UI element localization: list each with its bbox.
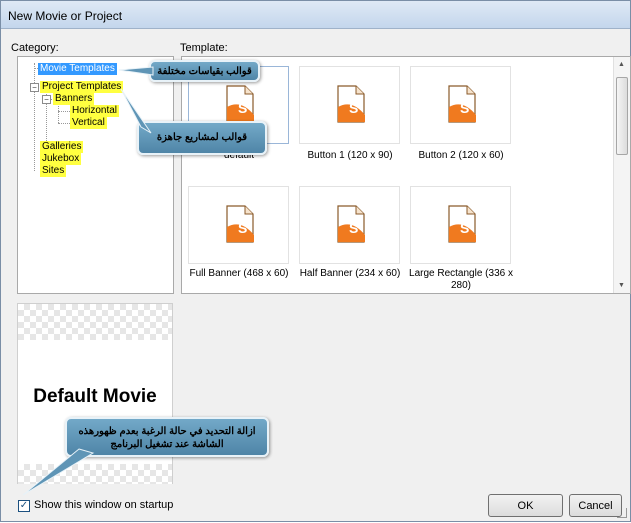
preview-checker-bottom <box>18 464 172 484</box>
template-label-button1: Button 1 (120 x 90) <box>307 150 393 161</box>
template-tile-half-banner[interactable]: S <box>299 186 400 264</box>
template-tile-full-banner[interactable]: S <box>188 186 289 264</box>
tree-item-label: Movie Templates <box>40 63 115 74</box>
template-tile-button1[interactable]: S <box>299 66 400 144</box>
tree-item-vertical[interactable]: Vertical <box>70 117 107 129</box>
collapse-toggle-icon[interactable]: − <box>30 83 39 92</box>
svg-text:S: S <box>349 100 358 116</box>
callout-text: قوالب بقياسات مختلفة <box>157 66 252 77</box>
tree-item-label: Jukebox <box>42 153 80 164</box>
template-label-large-rectangle: Large Rectangle (336 x 280) <box>409 268 513 291</box>
callout-startup: ازالة التحديد في حالة الرغبة بعدم ظهورهذ… <box>65 417 269 457</box>
svg-text:S: S <box>238 100 247 116</box>
callout-project-templates: قوالب لمشاريع جاهزة <box>137 121 267 155</box>
document-swf-icon: S <box>448 205 476 243</box>
callout-text: ازالة التحديد في حالة الرغبة بعدم ظهورهذ… <box>78 426 256 450</box>
ok-button[interactable]: OK <box>488 494 563 517</box>
tree-item-movie-templates[interactable]: Movie Templates <box>38 63 117 75</box>
scroll-down-arrow-icon[interactable]: ▼ <box>618 282 625 289</box>
template-scrollbar[interactable]: ▲ ▼ <box>613 57 630 293</box>
tree-item-banners[interactable]: Banners <box>53 93 95 105</box>
document-swf-icon: S <box>448 85 476 123</box>
template-tile-button2[interactable]: S <box>410 66 511 144</box>
callout-text: قوالب لمشاريع جاهزة <box>156 132 248 143</box>
svg-text:S: S <box>460 100 469 116</box>
template-label-button2: Button 2 (120 x 60) <box>418 150 504 161</box>
tree-item-jukebox[interactable]: Jukebox <box>40 153 82 165</box>
category-tree[interactable]: Movie Templates − Project Templates − Ba… <box>17 56 174 294</box>
tree-item-label: Vertical <box>72 117 105 128</box>
tree-item-sites[interactable]: Sites <box>40 165 67 177</box>
svg-text:S: S <box>460 220 469 236</box>
category-label: Category: <box>11 42 59 54</box>
collapse-toggle-icon[interactable]: − <box>42 95 51 104</box>
preview-title: Default Movie <box>33 386 157 407</box>
document-swf-icon: S <box>226 205 254 243</box>
template-tile-large-rectangle[interactable]: S <box>410 186 511 264</box>
tree-item-galleries[interactable]: Galleries <box>40 141 84 153</box>
document-swf-icon: S <box>226 85 254 123</box>
template-grid[interactable]: S S S default Button 1 (120 x 90) Button… <box>181 56 631 294</box>
resize-grip-icon[interactable] <box>617 508 627 518</box>
title-bar[interactable]: New Movie or Project <box>1 1 630 29</box>
template-label-full-banner: Full Banner (468 x 60) <box>189 268 289 279</box>
tree-item-horizontal[interactable]: Horizontal <box>70 105 120 117</box>
new-movie-dialog: New Movie or Project Category: Template:… <box>0 0 631 522</box>
tree-item-label: Horizontal <box>72 105 118 116</box>
tree-item-label: Banners <box>55 93 93 104</box>
window-title: New Movie or Project <box>8 9 123 23</box>
svg-text:S: S <box>238 220 247 236</box>
document-swf-icon: S <box>337 205 365 243</box>
template-label-half-banner: Half Banner (234 x 60) <box>299 268 401 279</box>
cancel-button[interactable]: Cancel <box>569 494 622 517</box>
tree-item-label: Galleries <box>42 141 82 152</box>
scroll-thumb[interactable] <box>616 77 628 155</box>
document-swf-icon: S <box>337 85 365 123</box>
tree-item-label: Sites <box>42 165 65 176</box>
tree-item-project-templates[interactable]: Project Templates <box>40 81 124 93</box>
scroll-up-arrow-icon[interactable]: ▲ <box>618 61 625 68</box>
preview-checker-top <box>18 304 172 340</box>
startup-checkbox-label: Show this window on startup <box>34 499 174 511</box>
svg-text:S: S <box>349 220 358 236</box>
startup-checkbox[interactable]: ✓ <box>18 500 30 512</box>
template-label: Template: <box>180 42 228 54</box>
tree-item-label: Project Templates <box>42 81 122 92</box>
callout-movie-templates: قوالب بقياسات مختلفة <box>149 60 260 82</box>
